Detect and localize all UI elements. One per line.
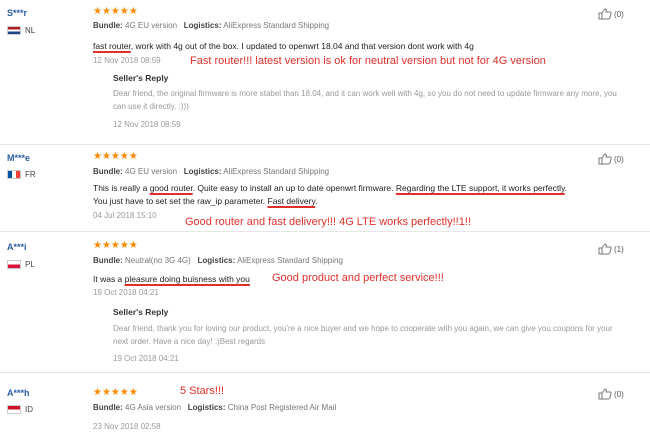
text-segment: . bbox=[564, 183, 568, 193]
bundle-label: Bundle: bbox=[93, 403, 123, 412]
seller-reply: Seller's Reply Dear friend, thank you fo… bbox=[113, 307, 623, 363]
order-info: Bundle: 4G Asia version Logistics: China… bbox=[93, 403, 336, 412]
review-date: 19 Oct 2018 04:21 bbox=[93, 288, 159, 297]
country-code: FR bbox=[25, 170, 36, 179]
bundle-value: Neutral(no 3G 4G) bbox=[125, 256, 191, 265]
thumbs-up-icon bbox=[598, 243, 612, 255]
logistics-value: China Post Registered Air Mail bbox=[227, 403, 337, 412]
logistics-label: Logistics: bbox=[187, 403, 226, 412]
flag-fr-icon bbox=[7, 170, 21, 179]
logistics-value: AliExpress Standard Shipping bbox=[237, 256, 343, 265]
review-date: 23 Nov 2018 02:58 bbox=[93, 422, 161, 431]
logistics-label: Logistics: bbox=[197, 256, 236, 265]
reviewer-country: PL bbox=[7, 260, 35, 269]
highlighted-text: pleasure doing buisness with you bbox=[124, 274, 250, 284]
star-rating: ★★★★★ bbox=[93, 6, 138, 17]
thumbs-up-icon bbox=[598, 153, 612, 165]
bundle-label: Bundle: bbox=[93, 21, 123, 30]
highlighted-text: good router bbox=[149, 183, 193, 193]
star-rating: ★★★★★ bbox=[93, 240, 138, 251]
helpful-count: (1) bbox=[614, 244, 624, 254]
order-info: Bundle: Neutral(no 3G 4G) Logistics: Ali… bbox=[93, 256, 343, 265]
reviewer-country: ID bbox=[7, 405, 33, 414]
country-code: NL bbox=[25, 26, 36, 35]
highlighted-text: Regarding the LTE support, it works perf… bbox=[395, 183, 565, 193]
highlighted-text: Fast delivery bbox=[267, 196, 316, 206]
reviewer-name: S***r bbox=[7, 8, 28, 18]
review-date: 12 Nov 2018 08:59 bbox=[93, 56, 161, 65]
seller-reply-date: 12 Nov 2018 08:59 bbox=[113, 120, 181, 129]
seller-reply-title: Seller's Reply bbox=[113, 73, 169, 83]
helpful-count: (0) bbox=[614, 9, 624, 19]
bundle-value: 4G EU version bbox=[125, 21, 178, 30]
text-segment: This is really a bbox=[93, 183, 150, 193]
flag-id-icon bbox=[7, 405, 21, 414]
reviewer-name: A***i bbox=[7, 242, 27, 252]
text-segment: It was a bbox=[93, 274, 125, 284]
logistics-value: AliExpress Standard Shipping bbox=[223, 167, 330, 176]
text-segment: , work with 4g out of the box. I updated… bbox=[130, 41, 474, 51]
helpful-count: (0) bbox=[614, 154, 624, 164]
seller-reply-title: Seller's Reply bbox=[113, 307, 169, 317]
helpful-button[interactable]: (0) bbox=[598, 388, 624, 400]
helpful-button[interactable]: (0) bbox=[598, 153, 624, 165]
flag-nl-icon bbox=[7, 26, 21, 35]
country-code: ID bbox=[25, 405, 33, 414]
review-text: This is really a good router. Quite easy… bbox=[93, 183, 567, 193]
bundle-label: Bundle: bbox=[93, 167, 123, 176]
reviewer-country: FR bbox=[7, 170, 36, 179]
seller-reply-date: 19 Oct 2018 04:21 bbox=[113, 354, 179, 363]
seller-reply-text: Dear friend, the original firmware is mo… bbox=[113, 89, 617, 111]
logistics-label: Logistics: bbox=[183, 167, 222, 176]
text-segment: You just have to set set the raw_ip para… bbox=[93, 196, 268, 206]
thumbs-up-icon bbox=[598, 388, 612, 400]
review-text-line2: You just have to set set the raw_ip para… bbox=[93, 196, 317, 206]
star-rating: ★★★★★ bbox=[93, 387, 138, 398]
thumbs-up-icon bbox=[598, 8, 612, 20]
bundle-value: 4G EU version bbox=[125, 167, 178, 176]
logistics-value: AliExpress Standard Shipping bbox=[223, 21, 330, 30]
reviewer-country: NL bbox=[7, 26, 35, 35]
bundle-label: Bundle: bbox=[93, 256, 123, 265]
helpful-button[interactable]: (1) bbox=[598, 243, 624, 255]
logistics-label: Logistics: bbox=[183, 21, 222, 30]
country-code: PL bbox=[25, 260, 35, 269]
reviewer-name: M***e bbox=[7, 153, 31, 163]
bundle-value: 4G Asia version bbox=[125, 403, 182, 412]
helpful-count: (0) bbox=[614, 389, 624, 399]
text-segment: . Quite easy to install an up to date op… bbox=[192, 183, 396, 193]
helpful-button[interactable]: (0) bbox=[598, 8, 624, 20]
flag-pl-icon bbox=[7, 260, 21, 269]
seller-reply: Seller's Reply Dear friend, the original… bbox=[113, 73, 623, 129]
text-segment: . bbox=[315, 196, 318, 206]
reviewer-name: A***h bbox=[7, 388, 30, 398]
highlighted-text: fast router bbox=[93, 41, 131, 51]
review-text: It was a pleasure doing buisness with yo… bbox=[93, 274, 250, 284]
divider bbox=[0, 372, 650, 373]
star-rating: ★★★★★ bbox=[93, 151, 138, 162]
divider bbox=[0, 144, 650, 145]
review-date: 04 Jul 2018 15:10 bbox=[93, 211, 157, 220]
order-info: Bundle: 4G EU version Logistics: AliExpr… bbox=[93, 21, 329, 30]
divider bbox=[0, 231, 650, 232]
annotation-text: Good router and fast delivery!!! 4G LTE … bbox=[185, 216, 471, 228]
order-info: Bundle: 4G EU version Logistics: AliExpr… bbox=[93, 167, 329, 176]
annotation-text: Fast router!!! latest version is ok for … bbox=[190, 55, 546, 67]
review-text: fast router, work with 4g out of the box… bbox=[93, 41, 474, 51]
annotation-text: 5 Stars!!! bbox=[180, 385, 225, 397]
annotation-text: Good product and perfect service!!! bbox=[272, 272, 444, 284]
seller-reply-text: Dear friend, thank you for loving our pr… bbox=[113, 324, 613, 346]
